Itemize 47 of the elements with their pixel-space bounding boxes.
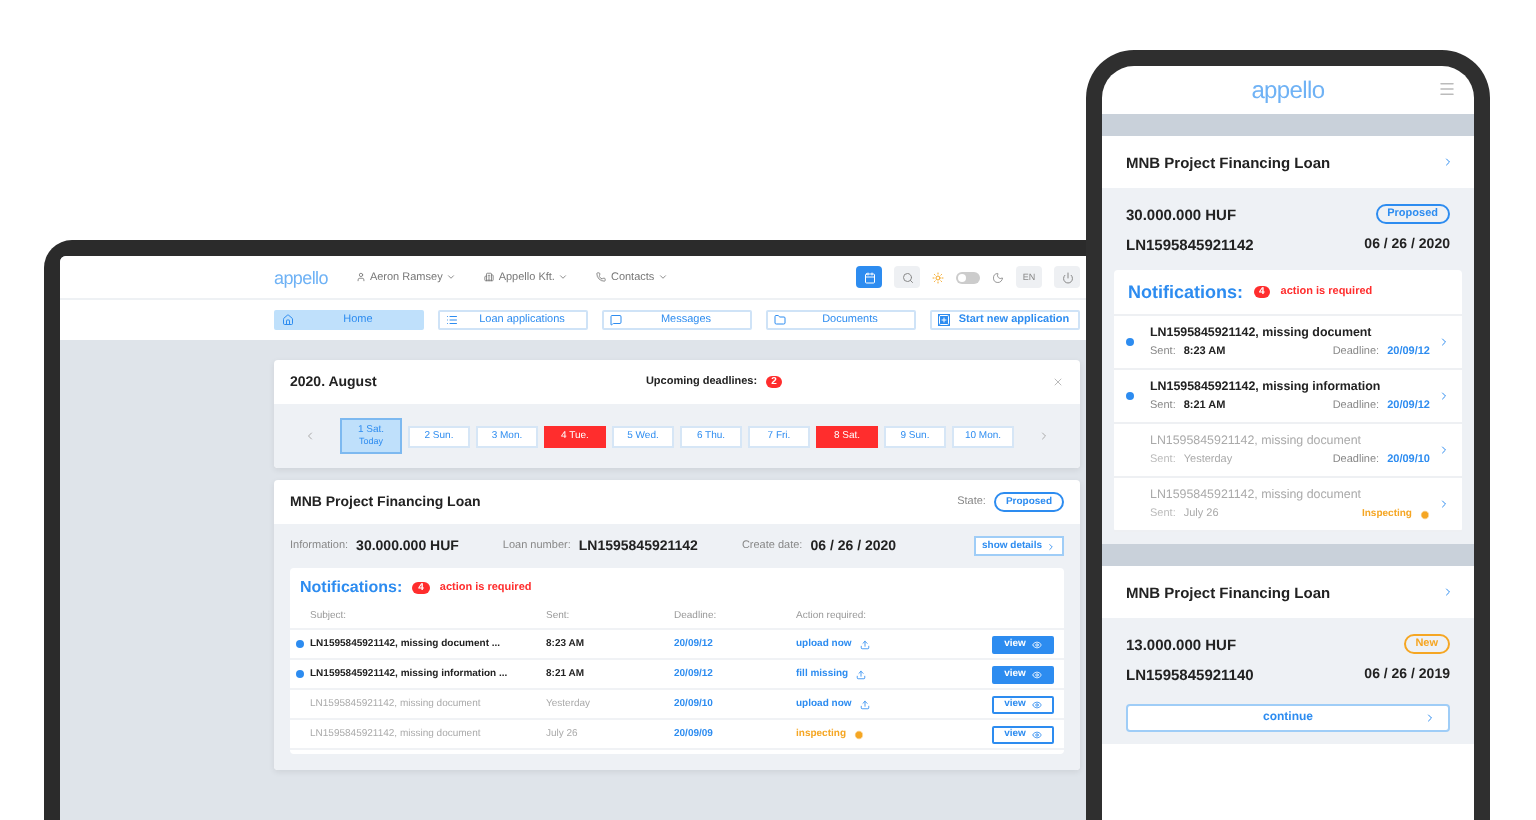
- chevron-right-icon: [1438, 498, 1450, 510]
- unread-dot: [296, 640, 304, 648]
- chevron-right-icon: [1438, 336, 1450, 348]
- chevron-down-icon: [558, 272, 569, 282]
- calendar-icon: [863, 271, 875, 283]
- notifications-title: Notifications:: [300, 578, 403, 596]
- notifications-title: Notifications:: [1128, 282, 1243, 302]
- unread-dot: [1126, 338, 1134, 346]
- chevron-right-icon: [1442, 156, 1454, 168]
- app-logo: appello: [274, 267, 328, 287]
- chevron-down-icon: [446, 272, 457, 282]
- eye-icon: [1031, 639, 1042, 649]
- theme-toggle[interactable]: [956, 271, 980, 283]
- calendar-button[interactable]: [856, 266, 882, 288]
- upload-icon: [856, 669, 867, 679]
- phone-icon: [596, 272, 607, 282]
- chevron-right-icon: [1438, 444, 1450, 456]
- user-icon: [355, 272, 366, 282]
- unread-dot: [1126, 392, 1134, 400]
- sun-icon: [932, 271, 944, 283]
- unread-dot: [296, 670, 304, 678]
- chevron-right-icon[interactable]: [1038, 430, 1050, 442]
- building-icon: [484, 272, 495, 282]
- upload-icon: [859, 699, 870, 709]
- chevron-right-icon: [1424, 712, 1436, 724]
- search-icon: [901, 271, 913, 283]
- search-button[interactable]: [894, 266, 920, 288]
- eye-icon: [1031, 729, 1042, 739]
- folder-icon: [774, 314, 786, 326]
- menu-icon[interactable]: [1438, 80, 1456, 98]
- power-icon: [1061, 271, 1073, 283]
- chevron-right-icon: [1046, 541, 1056, 551]
- app-logo: appello: [1251, 76, 1325, 104]
- list-icon: [446, 314, 458, 326]
- chevron-right-icon: [1442, 586, 1454, 598]
- power-button[interactable]: [1054, 266, 1080, 288]
- close-icon[interactable]: [1052, 376, 1064, 388]
- chevron-down-icon: [658, 272, 669, 282]
- eye-icon: [1031, 699, 1042, 709]
- chat-icon: [610, 314, 622, 326]
- moon-icon: [992, 271, 1004, 283]
- chevron-left-icon[interactable]: [304, 430, 316, 442]
- home-icon: [282, 314, 294, 326]
- chevron-right-icon: [1438, 390, 1450, 402]
- plus-square-icon: [938, 314, 950, 326]
- upload-icon: [859, 639, 870, 649]
- eye-icon: [1031, 669, 1042, 679]
